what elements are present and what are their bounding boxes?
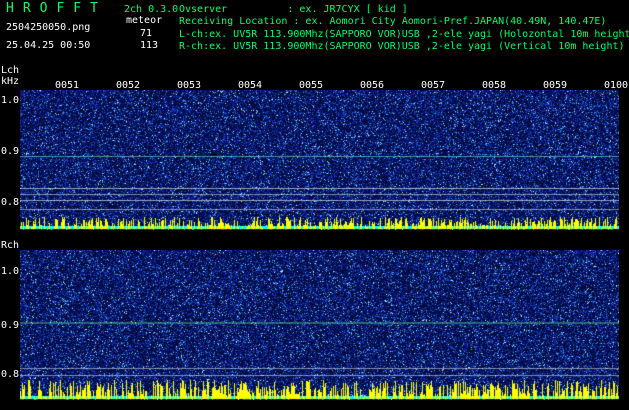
lch-spectrogram (20, 90, 619, 230)
rch-info-line: R-ch:ex. UV5R 113.900Mhz(SAPPORO VOR)USB… (179, 41, 625, 52)
lch-ytick-0.8: 0.8 (1, 197, 20, 208)
datetime-label: 25.04.25 00:50 (6, 40, 91, 51)
rch-ytick-1.0: 1.0 (1, 266, 20, 277)
rch-label: Rch (1, 240, 20, 251)
rch-spectrogram-canvas (20, 250, 619, 400)
meteor-label: meteor (126, 15, 163, 26)
lch-info-line: L-ch:ex. UV5R 113.900Mhz(SAPPORO VOR)USB… (179, 29, 629, 40)
meteor-count-rch: 113 (140, 40, 159, 51)
rch-ytick-0.8: 0.8 (1, 369, 20, 380)
rch-spectrogram (20, 250, 619, 400)
lch-unit-label: kHz (1, 76, 20, 87)
observer-line: Ovserver : ex. JR7CYX [ kid ] (179, 4, 408, 15)
version-label: 2ch 0.3.0 (124, 4, 179, 15)
lch-ytick-0.9: 0.9 (1, 146, 20, 157)
location-line: Receiving Location : ex. Aomori City Aom… (179, 16, 607, 27)
filename-label: 2504250050.png (6, 22, 91, 33)
meteor-count-lch: 71 (140, 28, 153, 39)
rch-ytick-0.9: 0.9 (1, 320, 20, 331)
lch-label: Lch (1, 65, 20, 76)
lch-ytick-1.0: 1.0 (1, 95, 20, 106)
brand-title: HROFFT (6, 1, 107, 16)
lch-spectrogram-canvas (20, 90, 619, 230)
